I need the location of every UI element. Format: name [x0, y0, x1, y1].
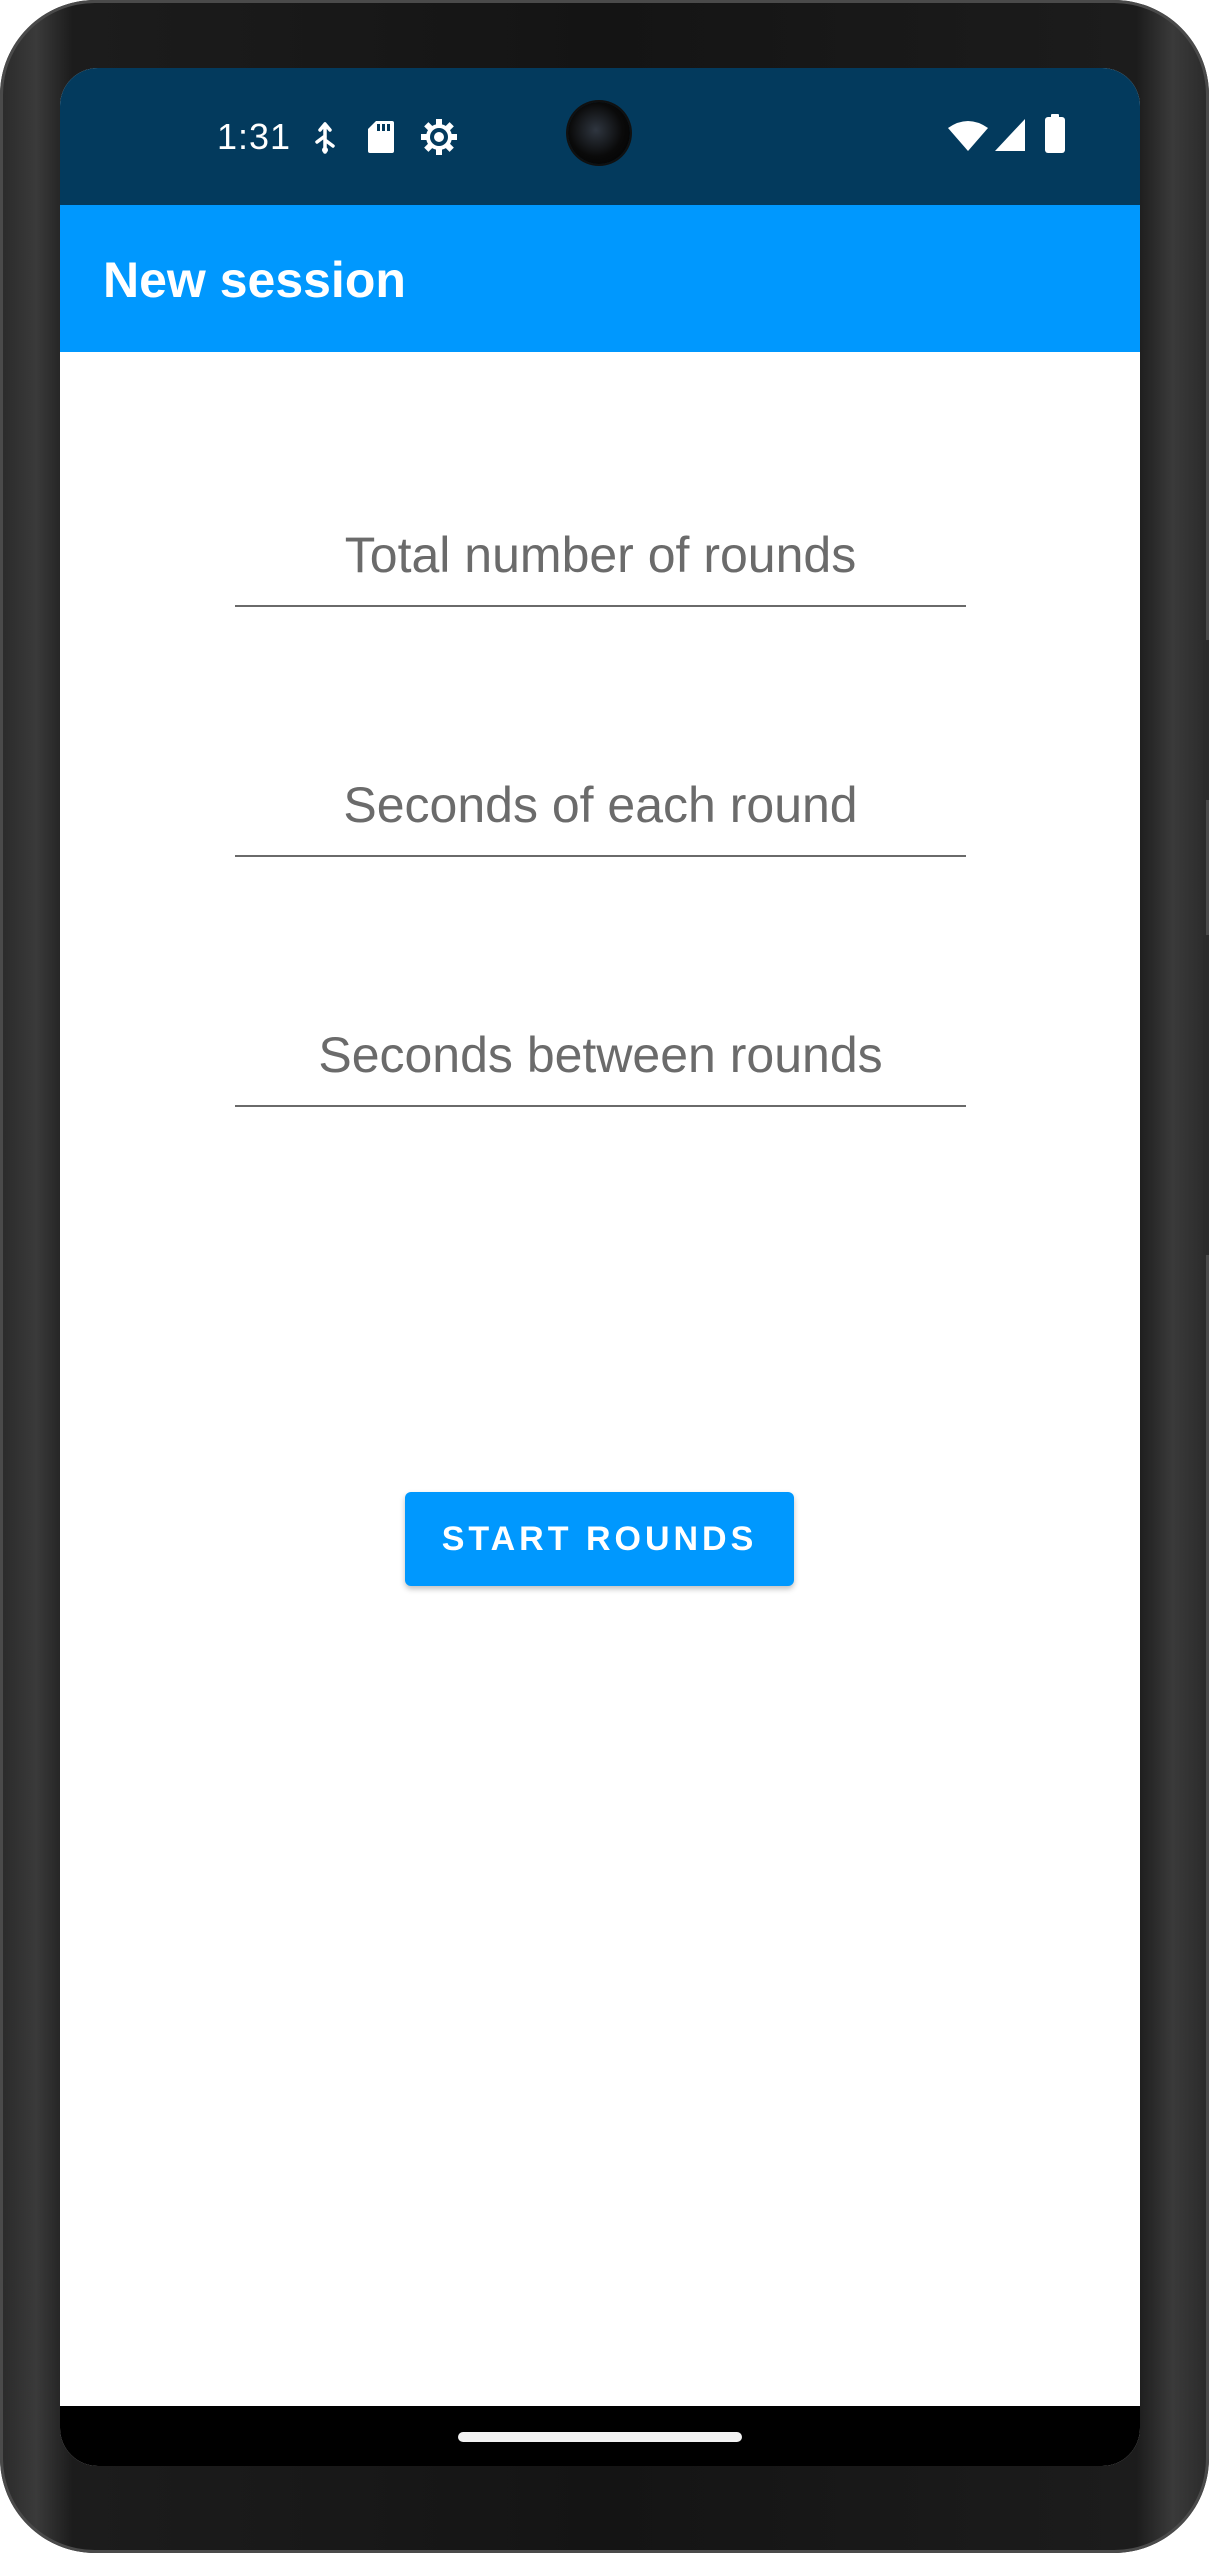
app-title: New session: [103, 252, 406, 308]
total-rounds-input[interactable]: [235, 505, 966, 605]
rest-seconds-field: [235, 1005, 966, 1107]
volume-button: [1203, 935, 1209, 1255]
status-bar: 1:31: [60, 68, 1140, 205]
start-rounds-button[interactable]: START ROUNDS: [405, 1492, 794, 1586]
home-gesture-handle[interactable]: [458, 2432, 742, 2442]
settings-gear-icon: [421, 119, 457, 155]
usb-debug-icon: [315, 122, 335, 154]
app-bar: New session: [60, 205, 1140, 352]
round-seconds-field: [235, 755, 966, 857]
round-seconds-input[interactable]: [235, 755, 966, 855]
battery-icon: [1045, 114, 1065, 153]
wifi-icon: [948, 121, 988, 151]
power-button: [1203, 640, 1209, 800]
cellular-signal-icon: [995, 119, 1025, 151]
screen: 1:31 New session Total number of rounds …: [60, 68, 1140, 2466]
sd-card-icon: [368, 121, 394, 153]
status-time: 1:31: [217, 116, 292, 157]
rest-seconds-input[interactable]: [235, 1005, 966, 1105]
phone-frame: 1:31 New session Total number of rounds …: [0, 0, 1209, 2553]
front-camera: [568, 102, 630, 164]
total-rounds-field: [235, 505, 966, 607]
